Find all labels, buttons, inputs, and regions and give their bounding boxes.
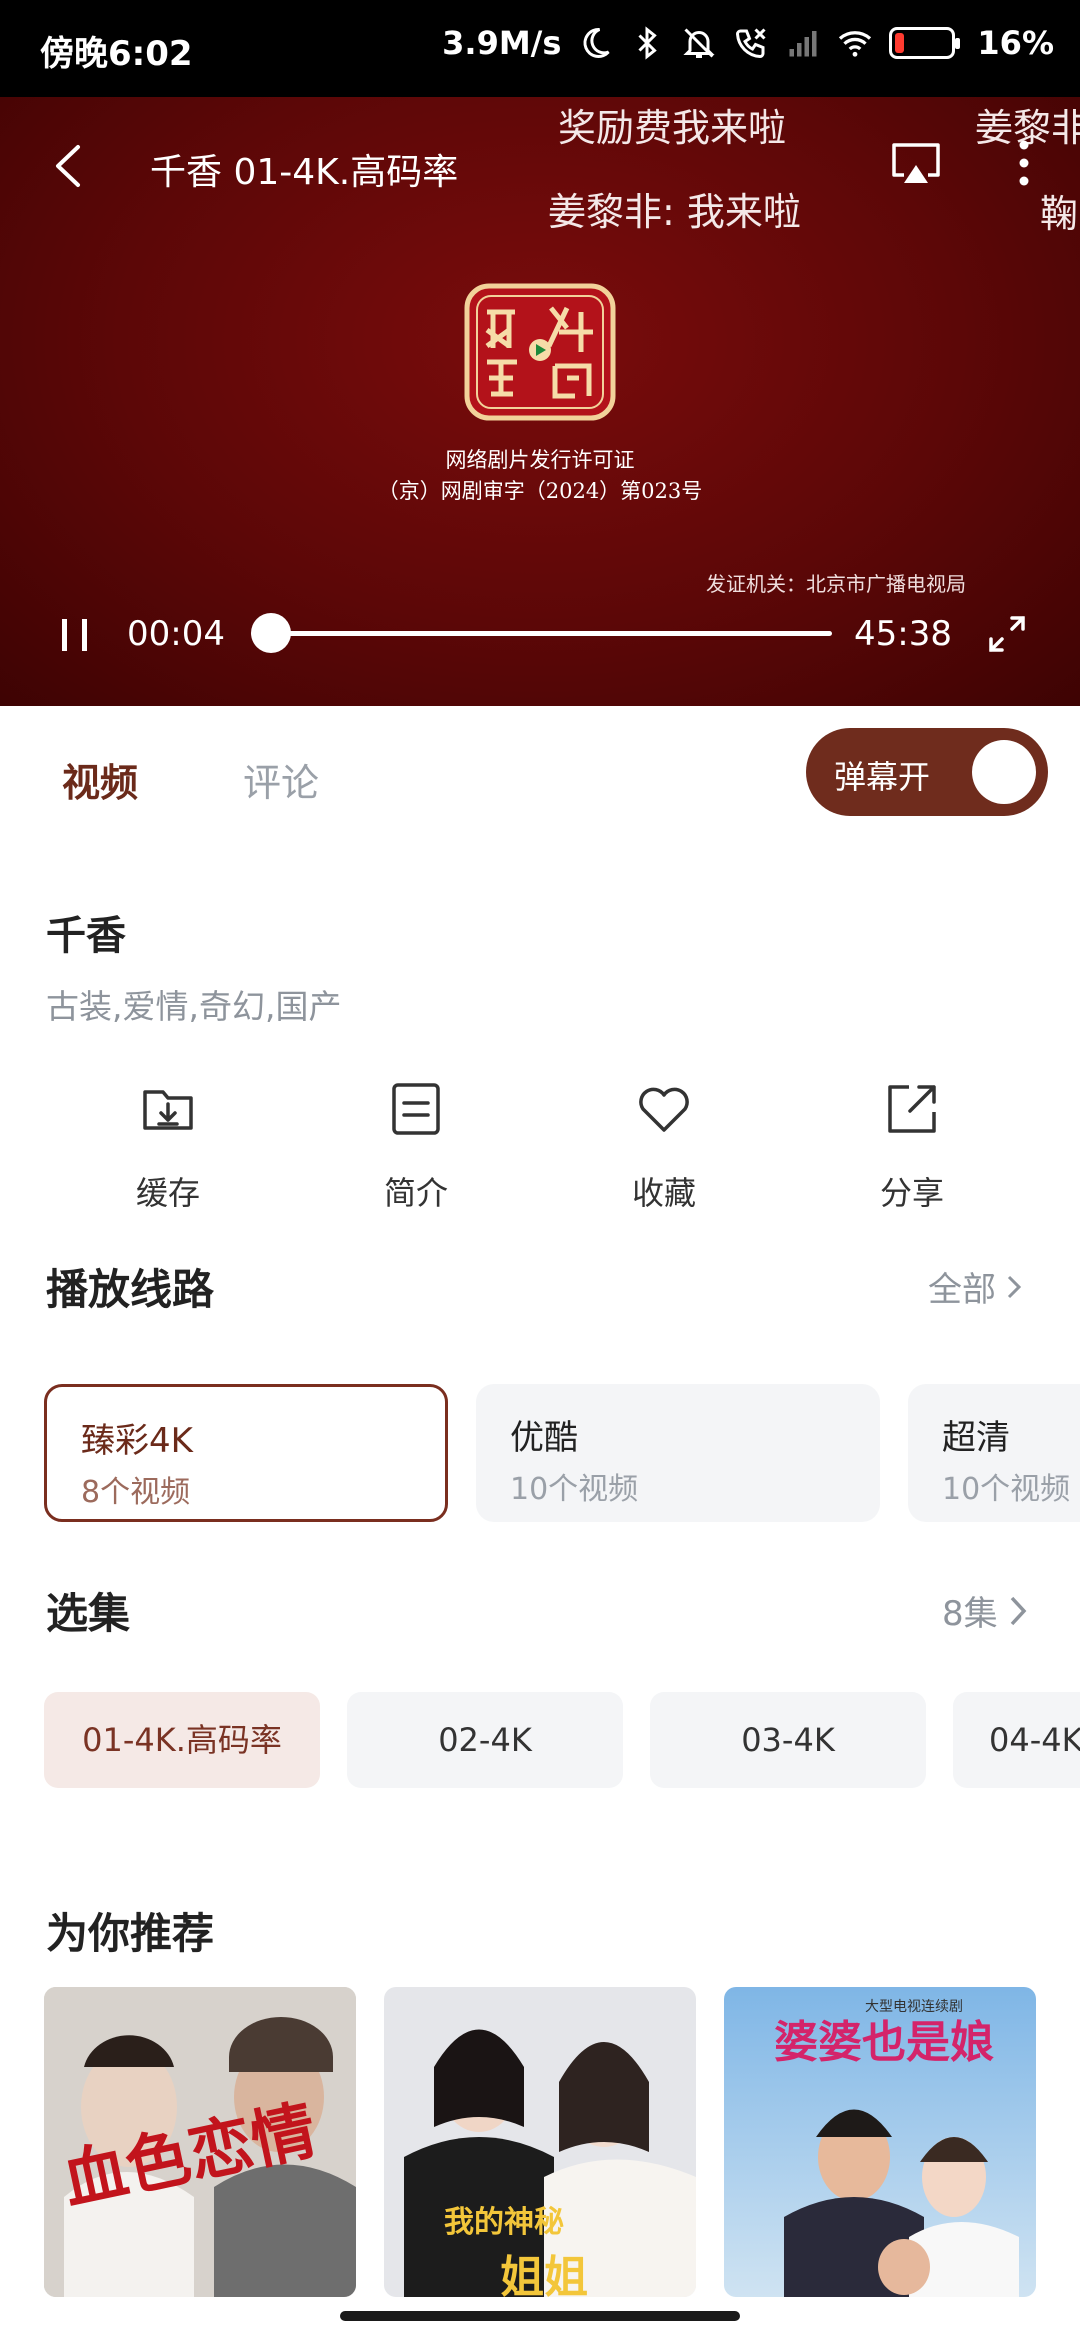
routes-more-label: 全部 [928,1270,996,1310]
action-label: 收藏 [631,1174,696,1212]
video-player[interactable]: 千香 01-4K.高码率 奖励费我来啦 姜黎非: 我来啦 姜黎非 鞠 网络剧片发… [0,97,1080,706]
chevron-right-icon [1007,1275,1022,1298]
poster-image: 血色恋情 [44,1987,356,2297]
license-number: （京）网剧审字（2024）第023号 [377,479,703,503]
network-speed: 3.9M/s [442,24,562,62]
app-root: 傍晚6:02 3.9M/s 16% 千香 01-4K.高码率 奖励费我来啦 姜黎… [0,0,1080,2340]
download-folder-icon [143,1090,193,1130]
cast-screen-icon[interactable] [890,141,942,187]
poster-title: 婆婆也是娘 [774,2017,994,2068]
battery-icon [889,27,961,59]
status-time: 傍晚6:02 [40,34,193,74]
recommend-poster[interactable]: 血色恋情 [44,1987,356,2297]
favorite-button[interactable]: 收藏 [594,1080,734,1214]
license-title: 网络剧片发行许可证 [445,448,635,472]
route-card[interactable]: 臻彩4K 8个视频 [44,1384,448,1522]
route-card[interactable]: 超清 10个视频 [908,1384,1080,1522]
signal-icon [789,31,817,57]
episodes-more-link[interactable]: 8集 [942,1586,1028,1635]
license-issuer: 发证机关：北京市广播电视局 [706,572,966,596]
episode-chip[interactable]: 02-4K [347,1692,623,1788]
fullscreen-icon[interactable] [988,615,1026,653]
route-name: 超清 [942,1418,1010,1458]
route-card[interactable]: 优酷 10个视频 [476,1384,880,1522]
share-button[interactable]: 分享 [842,1080,982,1214]
document-icon [392,1083,440,1135]
call-icon [736,28,766,59]
poster-tagline: 大型电视连续剧 [865,1998,963,2015]
episode-chip[interactable]: 04-4K [953,1692,1080,1788]
danmu-toggle-label: 弹幕开 [834,758,931,796]
route-name: 优酷 [510,1418,578,1458]
cache-button[interactable]: 缓存 [98,1080,238,1214]
current-time: 00:04 [127,614,225,654]
tab-comment[interactable]: 评论 [243,752,319,807]
danmu-toggle[interactable]: 弹幕开 [806,728,1048,816]
danmu-comment: 奖励费我来啦 [558,106,787,150]
action-label: 缓存 [135,1174,200,1212]
action-label: 简介 [383,1174,448,1212]
heart-icon [639,1087,689,1132]
total-time: 45:38 [854,614,952,654]
back-arrow-icon[interactable] [48,141,88,191]
episode-chip[interactable]: 03-4K [650,1692,926,1788]
share-icon [888,1085,936,1133]
battery-percent: 16% [977,24,1054,62]
status-bar: 傍晚6:02 3.9M/s 16% [0,0,1080,97]
tab-video[interactable]: 视频 [62,752,138,807]
recommend-poster[interactable]: 我的神秘 姐姐 [384,1987,696,2297]
battery-fill [895,33,905,53]
episodes-title: 选集 [46,1589,131,1638]
chevron-right-icon [1010,1596,1027,1625]
poster-image: 我的神秘 姐姐 [384,1987,696,2297]
wifi-icon [839,31,872,57]
episodes-count: 8集 [942,1594,998,1634]
route-name: 臻彩4K [81,1421,193,1461]
episode-chip[interactable]: 01-4K.高码率 [44,1692,320,1788]
routes-more-link[interactable]: 全部 [928,1262,1022,1311]
intro-button[interactable]: 简介 [346,1080,486,1214]
poster-image: 大型电视连续剧 婆婆也是娘 [724,1987,1036,2297]
toggle-knob [972,740,1036,804]
danmu-comment: 姜黎非: 我来啦 [548,190,801,234]
player-title: 千香 01-4K.高码率 [150,152,459,193]
route-count: 10个视频 [942,1472,1071,1507]
more-options-icon[interactable] [1018,139,1030,187]
progress-thumb[interactable] [250,613,291,653]
home-indicator[interactable] [340,2311,740,2321]
danmu-comment: 鞠 [1040,192,1079,236]
progress-track[interactable] [270,631,832,636]
routes-title: 播放线路 [46,1265,215,1314]
recommend-title: 为你推荐 [46,1909,215,1958]
network-drama-seal-logo [464,283,616,421]
show-tags: 古装,爱情,奇幻,国产 [46,987,342,1026]
route-count: 8个视频 [81,1475,191,1510]
action-label: 分享 [879,1174,944,1212]
bluetooth-icon [638,26,658,60]
status-icons: 3.9M/s 16% [442,24,1054,62]
battery-indicator [889,27,961,59]
poster-title: 我的神秘 [444,2205,564,2240]
bell-muted-icon [683,28,716,58]
show-title: 千香 [46,913,126,959]
moon-icon [583,27,611,58]
poster-subtitle: 姐姐 [500,2252,588,2297]
pause-icon[interactable] [60,617,90,653]
route-count: 10个视频 [510,1472,639,1507]
recommend-poster[interactable]: 大型电视连续剧 婆婆也是娘 [724,1987,1036,2297]
